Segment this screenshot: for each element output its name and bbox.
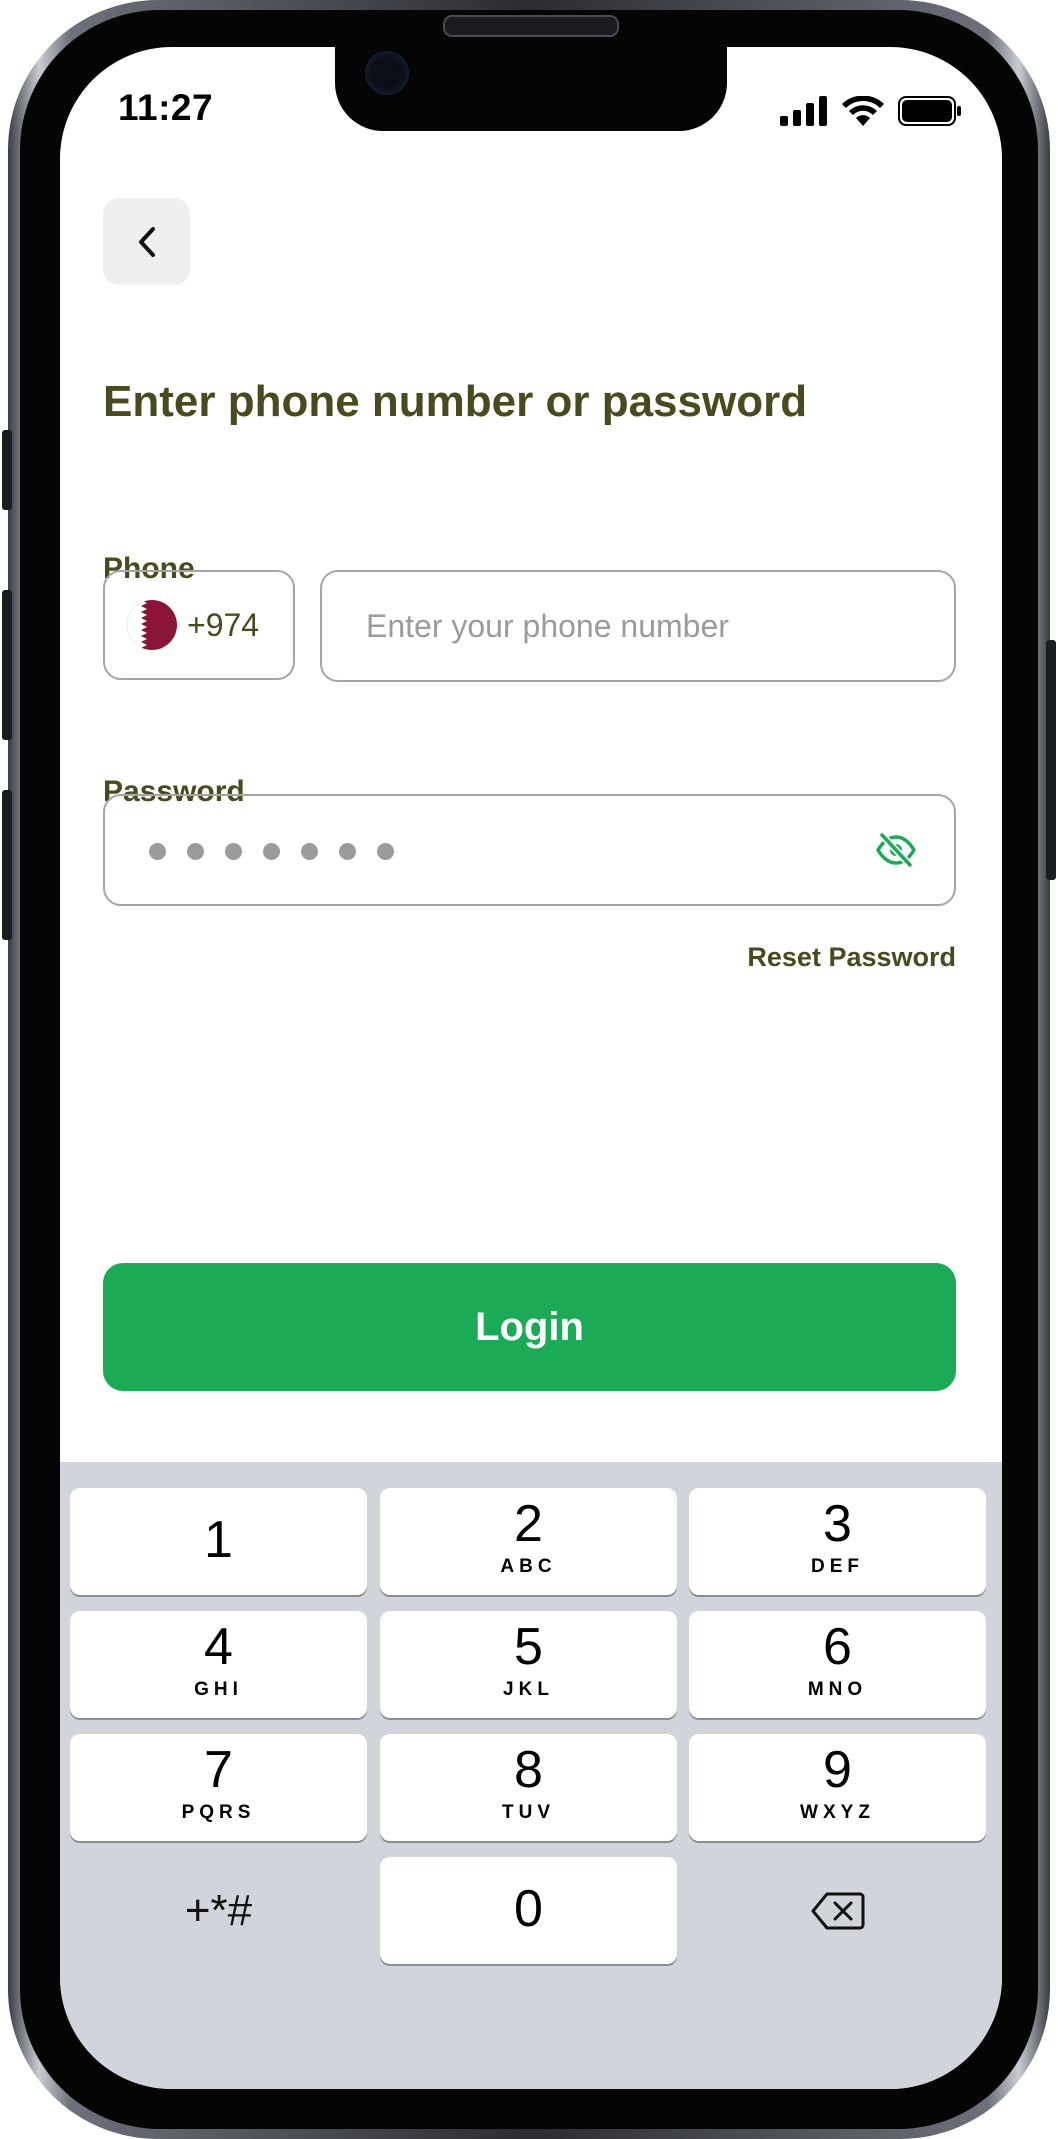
key-number: 2 (514, 1495, 543, 1553)
key-0[interactable]: 0 (380, 1857, 677, 1964)
password-dot (377, 843, 394, 860)
key-4[interactable]: 4 GHI (70, 1611, 367, 1718)
volume-up-button (2, 590, 12, 740)
key-2[interactable]: 2 ABC (380, 1488, 677, 1595)
key-number: 6 (823, 1618, 852, 1676)
status-icons (780, 91, 962, 131)
key-5[interactable]: 5 JKL (380, 1611, 677, 1718)
backspace-icon (811, 1892, 864, 1929)
key-number: 7 (204, 1741, 233, 1799)
toggle-password-visibility-button[interactable] (875, 832, 917, 873)
app-screen: 11:27 Enter phone number or password Pho… (60, 47, 1002, 2089)
key-8[interactable]: 8 TUV (380, 1734, 677, 1841)
wifi-icon (842, 96, 884, 126)
key-letters: GHI (194, 1679, 243, 1700)
key-letters: WXYZ (800, 1802, 875, 1823)
chevron-left-icon (138, 226, 155, 257)
key-1[interactable]: 1 (70, 1488, 367, 1595)
key-9[interactable]: 9 WXYZ (689, 1734, 986, 1841)
action-button (2, 430, 12, 510)
key-symbols[interactable]: +*# (70, 1857, 367, 1964)
key-letters: JKL (503, 1679, 554, 1700)
page-title: Enter phone number or password (103, 377, 808, 426)
password-field[interactable] (103, 794, 956, 906)
qatar-flag-icon (127, 600, 177, 650)
volume-down-button (2, 790, 12, 940)
key-6[interactable]: 6 MNO (689, 1611, 986, 1718)
login-button[interactable]: Login (103, 1263, 956, 1391)
key-number: 9 (823, 1741, 852, 1799)
password-dot (301, 843, 318, 860)
speaker-grille (443, 15, 619, 37)
key-7[interactable]: 7 PQRS (70, 1734, 367, 1841)
status-time: 11:27 (118, 87, 214, 128)
key-number: 0 (514, 1880, 543, 1938)
notch (335, 47, 727, 131)
key-letters: TUV (502, 1802, 555, 1823)
power-button (1046, 640, 1056, 880)
cellular-signal-icon (780, 96, 827, 126)
key-letters: ABC (500, 1556, 557, 1577)
password-dot (149, 843, 166, 860)
password-mask (149, 843, 394, 860)
phone-input[interactable] (320, 570, 956, 682)
key-number: 1 (204, 1511, 233, 1569)
key-number: 8 (514, 1741, 543, 1799)
key-number: 4 (204, 1618, 233, 1676)
key-letters: DEF (811, 1556, 864, 1577)
country-code-selector[interactable]: +974 (103, 570, 295, 680)
battery-icon (898, 96, 961, 126)
numeric-keyboard: 1 2 ABC 3 DEF 4 GHI 5 JKL 6 MNO 7 PQRS 8… (60, 1462, 1002, 2089)
back-button[interactable] (103, 198, 190, 285)
reset-password-link[interactable]: Reset Password (747, 942, 956, 973)
password-dot (339, 843, 356, 860)
key-letters: PQRS (181, 1802, 256, 1823)
eye-off-icon (875, 832, 917, 868)
password-dot (187, 843, 204, 860)
key-number: 3 (823, 1495, 852, 1553)
country-code: +974 (187, 606, 260, 643)
password-dot (263, 843, 280, 860)
key-3[interactable]: 3 DEF (689, 1488, 986, 1595)
key-letters: MNO (807, 1679, 868, 1700)
key-number: 5 (514, 1618, 543, 1676)
password-dot (225, 843, 242, 860)
delete-key[interactable] (689, 1857, 986, 1964)
